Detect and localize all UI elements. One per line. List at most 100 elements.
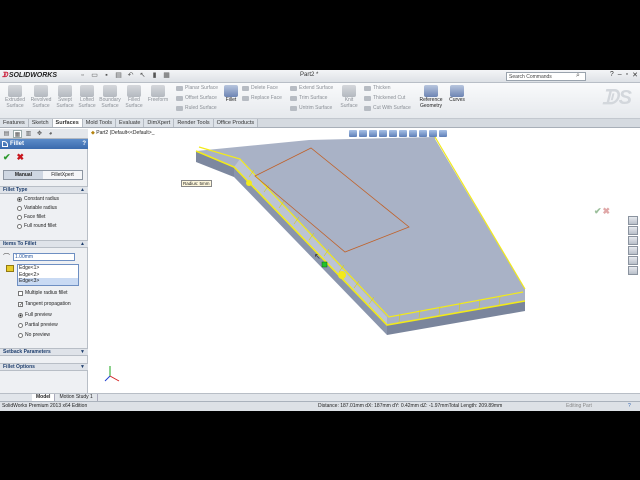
radio-icon[interactable] (18, 332, 23, 338)
tab-office-products[interactable]: Office Products (213, 119, 259, 127)
property-manager-icon[interactable]: ▦ (13, 130, 22, 138)
extend-surface-button[interactable]: Extend Surface (290, 84, 333, 93)
thicken-button[interactable]: Thicken (364, 84, 391, 93)
select-icon[interactable]: ↖ (138, 72, 147, 80)
fillet-type-group-header[interactable]: Fillet Type ▲ (0, 186, 88, 194)
knit-surface-button[interactable]: Knit Surface (336, 85, 362, 109)
option-variable-radius[interactable]: Variable radius (17, 205, 57, 211)
reference-geometry-button[interactable]: Reference Geometry (416, 85, 446, 109)
list-item[interactable]: Edge<3> (18, 278, 78, 285)
tab-mold-tools[interactable]: Mold Tools (82, 119, 116, 127)
cancel-x-icon[interactable]: ✖ (17, 152, 25, 163)
option-face-fillet[interactable]: Face fillet (17, 214, 45, 220)
boundary-surface-button[interactable]: Boundary Surface (97, 85, 123, 109)
display-manager-icon[interactable]: ◕ (46, 130, 55, 138)
trim-surface-button[interactable]: Trim Surface (290, 94, 327, 103)
cancel-x-icon[interactable]: ✖ (603, 206, 611, 216)
filletxpert-tab[interactable]: FilletXpert (43, 171, 82, 179)
expand-icon[interactable]: ▼ (80, 364, 85, 371)
triad-z-axis (104, 375, 111, 382)
collapse-icon[interactable]: ▲ (80, 187, 85, 194)
freeform-button[interactable]: Freeform (145, 85, 171, 104)
multiple-radius-checkbox[interactable]: Multiple radius fillet (18, 290, 68, 296)
dimxpert-icon[interactable]: ✥ (35, 130, 44, 138)
selection-marker[interactable] (321, 261, 328, 268)
tab-surfaces[interactable]: Surfaces (52, 119, 83, 127)
tab-dimxpert[interactable]: DimXpert (144, 119, 175, 127)
option-no-preview[interactable]: No preview (18, 332, 50, 338)
ok-check-icon[interactable]: ✔ (3, 152, 11, 163)
replace-face-button[interactable]: Replace Face (242, 94, 282, 103)
planar-surface-button[interactable]: Planar Surface (176, 84, 218, 93)
appearances-icon[interactable] (628, 256, 638, 265)
option-constant-radius[interactable]: Constant radius (17, 196, 59, 202)
radius-input[interactable]: 1.00mm (13, 253, 75, 261)
ok-check-icon[interactable]: ✔ (594, 206, 602, 216)
radio-icon[interactable] (18, 322, 23, 328)
tab-features[interactable]: Features (0, 119, 29, 127)
radio-icon[interactable] (17, 196, 22, 202)
edges-selection-list[interactable]: Edge<1> Edge<2> Edge<3> (17, 264, 79, 286)
filled-surface-button[interactable]: Filled Surface (121, 85, 147, 109)
radio-icon[interactable] (17, 214, 22, 220)
offset-surface-button[interactable]: Offset Surface (176, 94, 217, 103)
open-file-icon[interactable]: ▭ (90, 72, 99, 80)
help-icon[interactable]: ? (82, 139, 86, 149)
tab-sketch[interactable]: Sketch (28, 119, 53, 127)
configuration-icon[interactable]: ▥ (24, 130, 33, 138)
new-file-icon[interactable]: ▫ (78, 72, 87, 80)
tab-render-tools[interactable]: Render Tools (174, 119, 214, 127)
ruled-surface-button[interactable]: Ruled Surface (176, 104, 217, 113)
items-to-fillet-group-header[interactable]: Items To Fillet ▲ (0, 240, 88, 248)
undo-icon[interactable]: ↶ (126, 72, 135, 80)
tangent-propagation-checkbox[interactable]: ✓ Tangent propagation (18, 301, 71, 307)
resources-icon[interactable] (628, 216, 638, 225)
app-logo[interactable]: ᗫSOLIDWORKS (2, 72, 57, 81)
delete-face-button[interactable]: Delete Face (242, 84, 278, 93)
option-full-round-fillet[interactable]: Full round fillet (17, 223, 57, 229)
view-palette-icon[interactable] (628, 246, 638, 255)
tab-motion-study[interactable]: Motion Study 1 (55, 394, 98, 401)
setback-parameters-header[interactable]: Setback Parameters ▼ (0, 348, 88, 356)
search-icon[interactable]: ⌕ (576, 72, 580, 80)
options-icon[interactable]: ▦ (162, 72, 171, 80)
radio-icon[interactable] (17, 223, 22, 229)
feature-tree-icon[interactable]: ▤ (2, 130, 11, 138)
close-icon[interactable]: ✕ (632, 71, 638, 79)
option-full-preview[interactable]: Full preview (18, 312, 52, 318)
model-canvas[interactable]: ↖ (89, 129, 627, 397)
revolved-surface-button[interactable]: Revolved Surface (28, 85, 54, 109)
untrim-surface-button[interactable]: Untrim Surface (290, 104, 332, 113)
fillet-options-header[interactable]: Fillet Options ▼ (0, 363, 88, 371)
curves-button[interactable]: Curves (444, 85, 470, 104)
custom-properties-icon[interactable] (628, 266, 638, 275)
thickened-cut-button[interactable]: Thickened Cut (364, 94, 405, 103)
maximize-icon[interactable]: ▫ (626, 71, 628, 79)
fillet-handle[interactable] (246, 180, 252, 186)
file-explorer-icon[interactable] (628, 236, 638, 245)
cut-with-surface-button[interactable]: Cut With Surface (364, 104, 411, 113)
tab-model[interactable]: Model (32, 394, 56, 401)
radio-icon[interactable] (17, 205, 22, 211)
status-help-icon[interactable]: ? (628, 402, 631, 411)
graphics-area[interactable]: ◆ Part2 (Default<<Default>_ ↖ Radius: 5m… (89, 129, 627, 397)
checkbox-icon[interactable]: ✓ (18, 301, 23, 307)
fillet-button[interactable]: Fillet (218, 85, 244, 104)
collapse-icon[interactable]: ▲ (80, 241, 85, 248)
design-library-icon[interactable] (628, 226, 638, 235)
print-icon[interactable]: ▤ (114, 72, 123, 80)
fillet-handle[interactable] (338, 271, 346, 279)
radius-callout[interactable]: Radius: 5mm (181, 180, 212, 187)
save-icon[interactable]: ▪ (102, 72, 111, 80)
radio-icon[interactable] (18, 312, 23, 318)
extruded-surface-button[interactable]: Extruded Surface (2, 85, 28, 109)
help-icon[interactable]: ? (610, 71, 614, 79)
option-partial-preview[interactable]: Partial preview (18, 322, 58, 328)
search-commands-input[interactable]: Search Commands (506, 72, 586, 81)
manual-tab[interactable]: Manual (4, 171, 43, 179)
expand-icon[interactable]: ▼ (80, 349, 85, 356)
minimize-icon[interactable]: – (618, 71, 622, 79)
tab-evaluate[interactable]: Evaluate (116, 119, 145, 127)
checkbox-icon[interactable] (18, 290, 23, 296)
rebuild-icon[interactable]: ▮ (150, 72, 159, 80)
